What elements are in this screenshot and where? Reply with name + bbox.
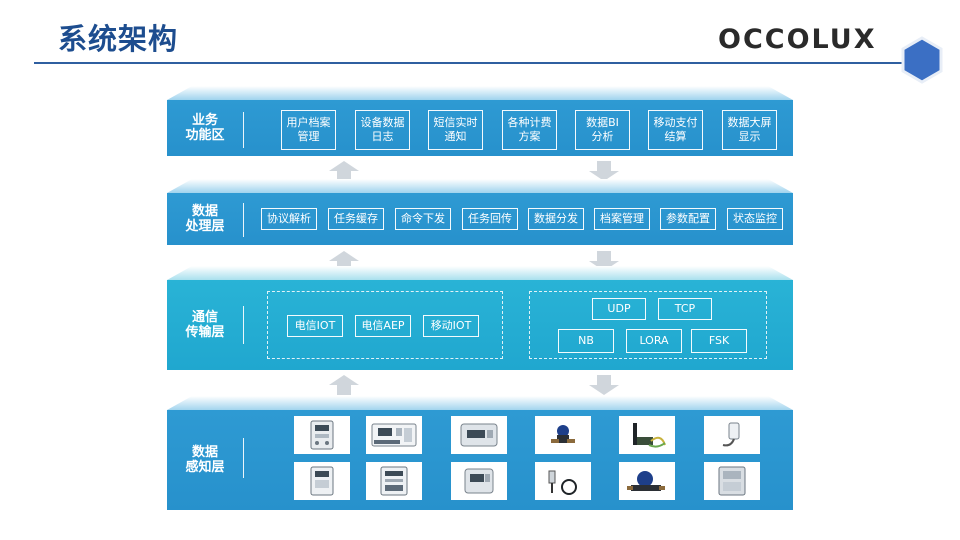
brand-logo: OCCOLUX bbox=[718, 24, 877, 55]
layer-label: 数据 处理层 bbox=[185, 204, 225, 234]
smart-gas-meter-icon bbox=[451, 462, 507, 500]
layer-business: 业务 功能区 用户档案 管理 设备数据 日志 短信实时 通知 各种计费 方案 数… bbox=[167, 86, 793, 156]
carrier-mobile-iot: 移动IOT bbox=[423, 315, 479, 337]
module-status-monitor: 状态监控 bbox=[727, 208, 783, 230]
arrow-up-icon bbox=[329, 375, 359, 395]
slide: 系统架构 OCCOLUX 业务 功能区 用户档案 管理 设备数据 日志 短信实时… bbox=[0, 0, 960, 540]
layer-label: 通信 传输层 bbox=[185, 310, 225, 340]
layer-sensing: 数据 感知层 bbox=[167, 396, 793, 510]
layer-label: 业务 功能区 bbox=[185, 113, 225, 143]
concentrator-icon bbox=[704, 462, 760, 500]
protocol-fsk: FSK bbox=[691, 329, 747, 353]
protocol-udp: UDP bbox=[592, 298, 646, 320]
module-mobile-payment: 移动支付 结算 bbox=[648, 110, 703, 150]
page-title: 系统架构 bbox=[58, 22, 179, 56]
module-device-log: 设备数据 日志 bbox=[355, 110, 410, 150]
temperature-probe-icon bbox=[535, 462, 591, 500]
single-phase-meter-icon bbox=[294, 416, 350, 454]
protocol-nb: NB bbox=[558, 329, 614, 353]
module-parameter-config: 参数配置 bbox=[660, 208, 716, 230]
antenna-module-icon bbox=[619, 416, 675, 454]
water-meter-icon bbox=[619, 462, 675, 500]
prepaid-meter-icon bbox=[294, 462, 350, 500]
gas-meter-icon bbox=[451, 416, 507, 454]
module-archive-management: 档案管理 bbox=[594, 208, 650, 230]
three-phase-meter-icon bbox=[366, 462, 422, 500]
module-bi-analysis: 数据BI 分析 bbox=[575, 110, 630, 150]
protocol-lora: LORA bbox=[626, 329, 682, 353]
layer-transport: 通信 传输层 电信IOT 电信AEP 移动IOT UDP TCP NB LORA… bbox=[167, 266, 793, 370]
module-data-screen: 数据大屏 显示 bbox=[722, 110, 777, 150]
module-command-dispatch: 命令下发 bbox=[395, 208, 451, 230]
layer-processing: 数据 处理层 协议解析 任务缓存 命令下发 任务回传 数据分发 档案管理 参数配… bbox=[167, 179, 793, 245]
title-underline bbox=[34, 62, 914, 64]
arrow-down-icon bbox=[589, 161, 619, 181]
module-task-return: 任务回传 bbox=[462, 208, 518, 230]
arrow-down-icon bbox=[589, 375, 619, 395]
carrier-telecom-aep: 电信AEP bbox=[355, 315, 411, 337]
module-task-cache: 任务缓存 bbox=[328, 208, 384, 230]
module-billing-plans: 各种计费 方案 bbox=[502, 110, 557, 150]
layer-label: 数据 感知层 bbox=[185, 445, 225, 475]
module-user-archive: 用户档案 管理 bbox=[281, 110, 336, 150]
arrow-up-icon bbox=[329, 161, 359, 181]
module-data-distribution: 数据分发 bbox=[528, 208, 584, 230]
sensor-probe-icon bbox=[704, 416, 760, 454]
carrier-telecom-iot: 电信IOT bbox=[287, 315, 343, 337]
water-valve-icon bbox=[535, 416, 591, 454]
module-sms-notify: 短信实时 通知 bbox=[428, 110, 483, 150]
protocol-tcp: TCP bbox=[658, 298, 712, 320]
hexagon-decoration-icon bbox=[901, 36, 943, 84]
module-protocol-parse: 协议解析 bbox=[261, 208, 317, 230]
din-rail-meter-icon bbox=[366, 416, 422, 454]
